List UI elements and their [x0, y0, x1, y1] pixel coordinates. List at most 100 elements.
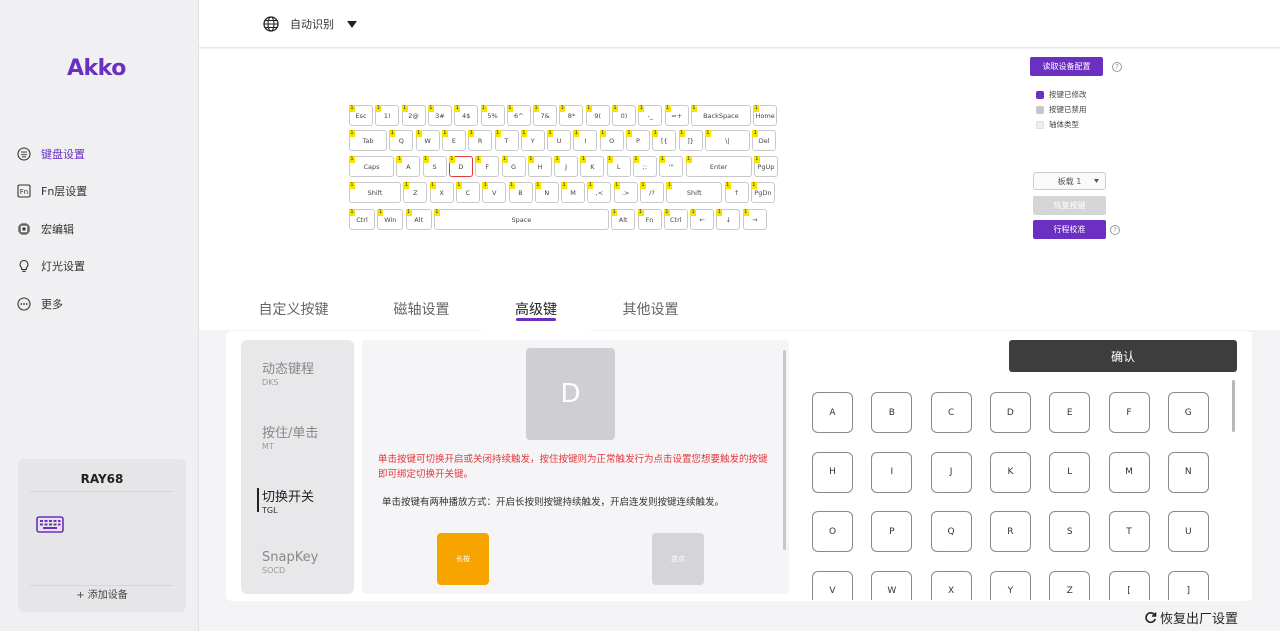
key[interactable]: 1B	[508, 182, 533, 203]
picker-key[interactable]: F	[1108, 392, 1150, 433]
key[interactable]: 1 7&	[533, 105, 558, 126]
key[interactable]: 1A	[396, 156, 421, 177]
picker-key[interactable]: D	[989, 392, 1031, 433]
key[interactable]: 1X	[429, 182, 454, 203]
key[interactable]: 1G	[501, 156, 526, 177]
key[interactable]: 1 9(	[585, 105, 610, 126]
mode-dks[interactable]: 动态键程 DKS	[262, 358, 314, 387]
key[interactable]: 1 Space	[433, 209, 609, 230]
key[interactable]: 1 Esc	[349, 105, 373, 126]
key[interactable]: 1K	[580, 156, 605, 177]
picker-key[interactable]: P	[871, 511, 913, 552]
key[interactable]: 1 \|	[704, 130, 750, 151]
key[interactable]: 1 ↓	[716, 209, 741, 230]
picker-key[interactable]: R	[989, 511, 1031, 552]
key[interactable]: 1 Del	[752, 130, 777, 151]
key[interactable]: 1/?	[640, 182, 664, 203]
tab-other[interactable]: 其他设置	[597, 287, 704, 331]
key[interactable]: 1T	[494, 130, 519, 151]
key[interactable]: 1 →	[742, 209, 767, 230]
travel-calibrate-button[interactable]: 行程校准	[1033, 220, 1106, 239]
key[interactable]: 1E	[441, 130, 466, 151]
target-key[interactable]: D	[526, 348, 615, 440]
picker-key[interactable]: L	[1049, 451, 1091, 493]
key[interactable]: 1 =+	[664, 105, 689, 126]
device-card[interactable]: RAY68 + 添加设备	[18, 459, 186, 612]
picker-key[interactable]: V	[812, 570, 853, 600]
key[interactable]: 1 Shift	[349, 182, 401, 203]
key[interactable]: 1Z	[403, 182, 428, 203]
key[interactable]: 1Y	[520, 130, 545, 151]
key[interactable]: 1 1!	[375, 105, 400, 126]
picker-key[interactable]: B	[871, 392, 913, 433]
key[interactable]: 1Q	[389, 130, 414, 151]
picker-key[interactable]: G	[1167, 392, 1209, 433]
layer-select[interactable]: 板载 1	[1033, 172, 1106, 190]
key[interactable]: 1O	[599, 130, 624, 151]
key[interactable]: 1 0)	[612, 105, 636, 126]
key[interactable]: 1U	[547, 130, 572, 151]
key[interactable]: 1 ←	[690, 209, 715, 230]
sidebar-item-more[interactable]: 更多	[0, 291, 199, 317]
tab-custom-keys[interactable]: 自定义按键	[240, 287, 347, 331]
key[interactable]: 1 -_	[638, 105, 663, 126]
picker-key[interactable]: O	[812, 511, 853, 552]
key[interactable]: 1 BackSpace	[690, 105, 751, 126]
help-icon[interactable]: ?	[1112, 62, 1122, 72]
key[interactable]: 1 Enter	[685, 156, 752, 177]
key[interactable]: 1 Shift	[666, 182, 723, 203]
key[interactable]: 1C	[455, 182, 480, 203]
key[interactable]: 1 Alt	[611, 209, 636, 230]
key[interactable]: 1 5%	[480, 105, 505, 126]
picker-key[interactable]: S	[1049, 511, 1091, 552]
picker-key[interactable]: A	[812, 392, 853, 433]
key[interactable]: 1L	[606, 156, 631, 177]
key[interactable]: 1D	[448, 156, 473, 177]
tab-magnetic[interactable]: 磁轴设置	[368, 287, 475, 331]
key[interactable]: 1 PgDn	[750, 182, 775, 203]
key[interactable]: 1 8*	[559, 105, 584, 126]
key[interactable]: 1 Ctrl	[663, 209, 688, 230]
tab-advanced[interactable]: 高级键	[482, 287, 590, 331]
key[interactable]: 1 Home	[753, 105, 778, 126]
mode-mt[interactable]: 按住/单击 MT	[262, 422, 318, 451]
picker-key[interactable]: ]	[1167, 570, 1209, 600]
key[interactable]: 1 '"	[659, 156, 684, 177]
key[interactable]: 1 .>	[613, 182, 638, 203]
key[interactable]: 1 3#	[427, 105, 452, 126]
key[interactable]: 1 Caps	[349, 156, 394, 177]
key[interactable]: 1S	[422, 156, 447, 177]
language-select[interactable]: 自动识别	[263, 16, 357, 32]
factory-reset-button[interactable]: 恢复出厂设置	[1144, 608, 1238, 627]
picker-key[interactable]: T	[1108, 511, 1150, 552]
repeat-button[interactable]: 连点	[652, 533, 704, 585]
mode-socd[interactable]: SnapKey SOCD	[262, 550, 318, 575]
key[interactable]: 1W	[415, 130, 440, 151]
key[interactable]: 1 Ctrl	[349, 209, 375, 230]
picker-key[interactable]: N	[1167, 451, 1209, 493]
sidebar-item-fn[interactable]: Fn Fn层设置	[0, 178, 199, 204]
add-device-button[interactable]: + 添加设备	[18, 586, 186, 601]
picker-key[interactable]: U	[1167, 511, 1209, 552]
picker-key[interactable]: [	[1108, 570, 1150, 600]
picker-key[interactable]: K	[989, 451, 1031, 493]
picker-key[interactable]: H	[812, 451, 853, 493]
key[interactable]: 1 Fn	[637, 209, 662, 230]
key[interactable]: 1;:	[633, 156, 657, 177]
sidebar-item-lighting[interactable]: 灯光设置	[0, 253, 199, 279]
scrollbar[interactable]	[1232, 380, 1235, 432]
key[interactable]: 1 4$	[454, 105, 479, 126]
key[interactable]: 1H	[527, 156, 552, 177]
picker-key[interactable]: Z	[1049, 570, 1091, 600]
key[interactable]: 1[{	[652, 130, 677, 151]
scrollbar[interactable]	[783, 350, 786, 550]
picker-key[interactable]: J	[930, 451, 972, 493]
read-config-button[interactable]: 读取设备配置	[1030, 57, 1103, 76]
mode-tgl[interactable]: 切换开关 TGL	[256, 486, 314, 515]
picker-key[interactable]: E	[1049, 392, 1091, 433]
picker-key[interactable]: C	[930, 392, 972, 433]
key[interactable]: 1R	[468, 130, 493, 151]
picker-key[interactable]: Q	[930, 511, 972, 552]
picker-key[interactable]: W	[871, 570, 913, 600]
key[interactable]: 1 ,<	[587, 182, 612, 203]
